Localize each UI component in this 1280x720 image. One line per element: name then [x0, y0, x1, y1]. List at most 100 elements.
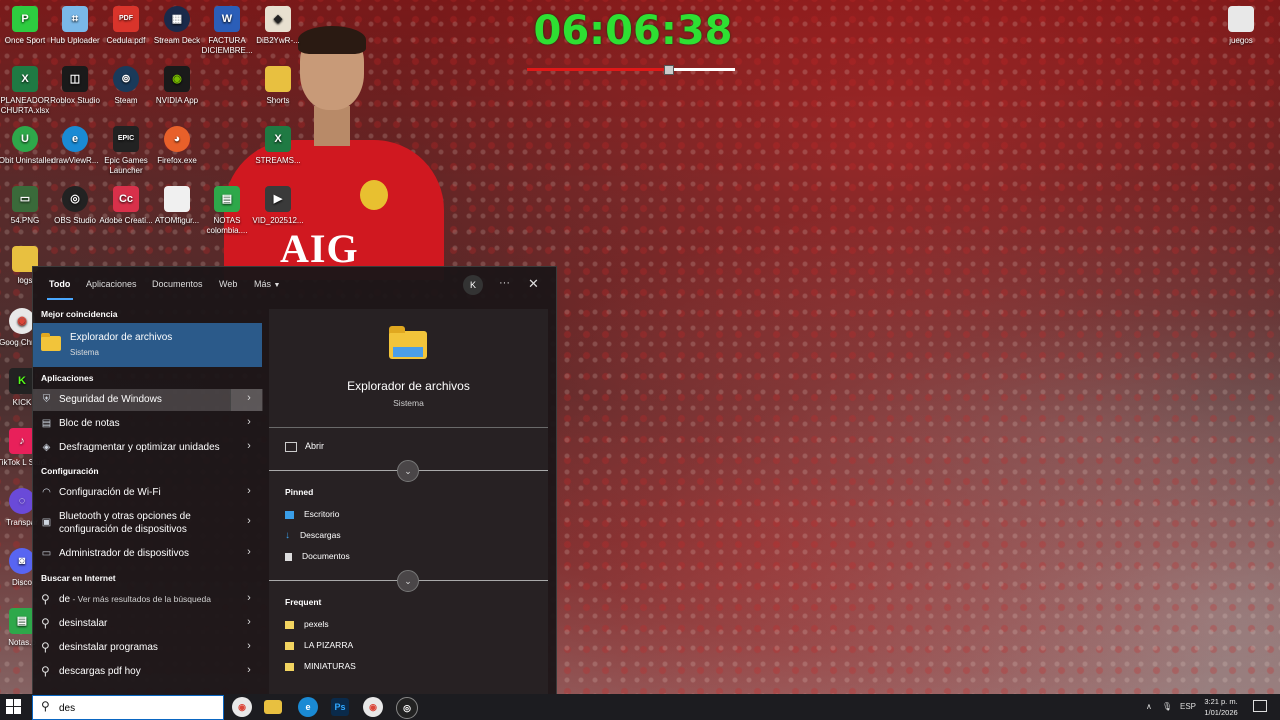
desktop-icon-streams[interactable]: X STREAMS...	[247, 126, 309, 166]
wifi-icon: ◠	[42, 487, 51, 498]
show-hidden-icons-icon[interactable]: ∧	[1146, 694, 1152, 720]
clock-date: 1/01/2026	[1204, 708, 1238, 717]
open-action[interactable]: Abrir	[285, 441, 324, 452]
pinned-item-escritorio[interactable]: Escritorio	[285, 509, 339, 519]
result-label: Administrador de dispositivos	[59, 548, 190, 559]
expand-chevron-button[interactable]: ⌄	[397, 460, 419, 482]
close-icon[interactable]: ✕	[528, 276, 539, 292]
timer-progress-knob[interactable]	[664, 65, 675, 75]
best-match-header: Mejor coincidencia	[41, 309, 118, 319]
tab-web[interactable]: Web	[219, 279, 237, 289]
club-badge	[360, 180, 388, 210]
pdf-file-icon: PDF	[113, 6, 139, 32]
account-avatar[interactable]: K	[463, 275, 483, 295]
chevron-right-icon[interactable]: ›	[238, 592, 260, 608]
desktop-icon-dib2ywr[interactable]: ◆ DiB2YwR-...	[247, 6, 309, 46]
web-result-desinstalar[interactable]: ⚲ desinstalar ›	[33, 613, 262, 635]
chevron-right-icon[interactable]: ›	[238, 515, 260, 531]
file-icon	[164, 186, 190, 212]
frequent-item-la-pizarra[interactable]: LA PIZARRA	[285, 640, 353, 650]
apps-header: Aplicaciones	[41, 373, 94, 383]
tab-aplicaciones[interactable]: Aplicaciones	[86, 279, 137, 289]
best-match-item[interactable]: Explorador de archivos Sistema	[33, 323, 262, 367]
edge-icon[interactable]: e	[298, 697, 318, 717]
system-clock[interactable]: 3:21 p. m. 1/01/2026	[1196, 696, 1246, 718]
chrome-icon[interactable]: ◉	[232, 697, 252, 717]
obs-studio-icon[interactable]: ◎	[396, 697, 418, 719]
folder-icon	[285, 662, 294, 671]
result-seguridad-de-windows[interactable]: ⛨ Seguridad de Windows ›	[33, 389, 263, 411]
roblox-studio-icon: ◫	[62, 66, 88, 92]
countdown-timer: 06:06:38	[533, 8, 733, 54]
pinned-item-documentos[interactable]: Documentos	[285, 551, 350, 561]
desktop-icon-shorts[interactable]: Shorts	[247, 66, 309, 106]
chevron-right-icon[interactable]: ›	[238, 546, 260, 562]
chevron-down-icon: ▼	[273, 282, 281, 289]
preview-title: Explorador de archivos	[347, 379, 470, 393]
pinned-item-label: Descargas	[300, 530, 341, 540]
result-desfragmentar[interactable]: ◈ Desfragmentar y optimizar unidades ›	[33, 437, 262, 459]
web-result-descargas-pdf-hoy[interactable]: ⚲ descargas pdf hoy ›	[33, 661, 262, 683]
chevron-right-icon[interactable]: ›	[238, 392, 260, 408]
windows-search-panel: Todo Aplicaciones Documentos Web Más ▼ K…	[32, 266, 557, 696]
microphone-icon[interactable]: 🎙	[1162, 694, 1172, 720]
web-result-de[interactable]: ⚲ de - Ver más resultados de la búsqueda…	[33, 589, 262, 611]
chevron-right-icon[interactable]: ›	[238, 485, 260, 501]
file-explorer-icon	[389, 326, 427, 359]
language-indicator[interactable]: ESP	[1180, 694, 1196, 720]
frequent-item-label: MINIATURAS	[304, 661, 356, 671]
shirt-sponsor-logo: AIG	[280, 226, 359, 271]
pinned-item-descargas[interactable]: ↓ Descargas	[285, 530, 341, 541]
open-label: Abrir	[305, 441, 325, 451]
taskbar-search-box[interactable]: ⚲	[32, 695, 224, 720]
pinned-item-label: Documentos	[302, 551, 350, 561]
desktop-icon-juegos[interactable]: juegos	[1210, 6, 1272, 46]
result-label-line1: Bluetooth y otras opciones de	[59, 511, 191, 522]
bluetooth-icon: ▣	[41, 517, 52, 528]
web-result-term: desinstalar programas	[59, 642, 158, 653]
search-input[interactable]	[57, 699, 211, 717]
windows-start-icon[interactable]	[6, 699, 22, 715]
result-administrador-dispositivos[interactable]: ▭ Administrador de dispositivos ›	[33, 543, 262, 565]
result-bluetooth[interactable]: ▣ Bluetooth y otras opciones de configur…	[33, 507, 262, 539]
frequent-header: Frequent	[285, 597, 322, 607]
file-explorer-icon[interactable]	[264, 700, 282, 714]
search-icon: ⚲	[41, 592, 50, 606]
chevron-right-icon[interactable]: ›	[238, 416, 260, 432]
notification-icon[interactable]	[1253, 700, 1267, 712]
folder-icon	[285, 620, 294, 629]
timer-progress-fill	[527, 68, 669, 71]
chevron-right-icon[interactable]: ›	[238, 640, 260, 656]
desktop-icon-firefox[interactable]: ◕ Firefox.exe	[146, 126, 208, 166]
stream-deck-icon: ▦	[164, 6, 190, 32]
tab-documentos[interactable]: Documentos	[152, 279, 203, 289]
web-result-term: desinstalar	[59, 618, 108, 629]
search-icon: ⚲	[41, 664, 50, 678]
hub-uploader-icon: ⌗	[62, 6, 88, 32]
tab-todo[interactable]: Todo	[49, 279, 70, 289]
frequent-item-pexels[interactable]: pexels	[285, 619, 329, 629]
desktop-icon-nvidia-app[interactable]: ◉ NVIDIA App	[146, 66, 208, 106]
tab-mas[interactable]: Más ▼	[254, 279, 280, 289]
photoshop-icon[interactable]: Ps	[331, 698, 349, 716]
image-file-icon: ▭	[12, 186, 38, 212]
chevron-right-icon[interactable]: ›	[238, 440, 260, 456]
adobe-creative-icon: Cc	[113, 186, 139, 212]
chrome-icon[interactable]: ◉	[363, 697, 383, 717]
timer-progress-bar	[527, 65, 735, 75]
settings-header: Configuración	[41, 466, 99, 476]
chevron-right-icon[interactable]: ›	[238, 616, 260, 632]
frequent-item-miniaturas[interactable]: MINIATURAS	[285, 661, 356, 671]
obs-studio-icon: ◎	[62, 186, 88, 212]
file-explorer-icon	[41, 333, 61, 351]
chevron-right-icon[interactable]: ›	[238, 664, 260, 680]
search-results-list: Mejor coincidencia Explorador de archivo…	[33, 303, 263, 695]
download-icon: ↓	[285, 530, 290, 542]
web-result-desinstalar-programas[interactable]: ⚲ desinstalar programas ›	[33, 637, 262, 659]
expand-chevron-button[interactable]: ⌄	[397, 570, 419, 592]
clock-time: 3:21 p. m.	[1204, 697, 1238, 706]
result-bloc-de-notas[interactable]: ▤ Bloc de notas ›	[33, 413, 262, 435]
desktop-icon-vid[interactable]: ▶ VID_202512...	[247, 186, 309, 226]
more-options-icon[interactable]: ···	[499, 277, 510, 289]
result-configuracion-wifi[interactable]: ◠ Configuración de Wi-Fi ›	[33, 482, 262, 504]
